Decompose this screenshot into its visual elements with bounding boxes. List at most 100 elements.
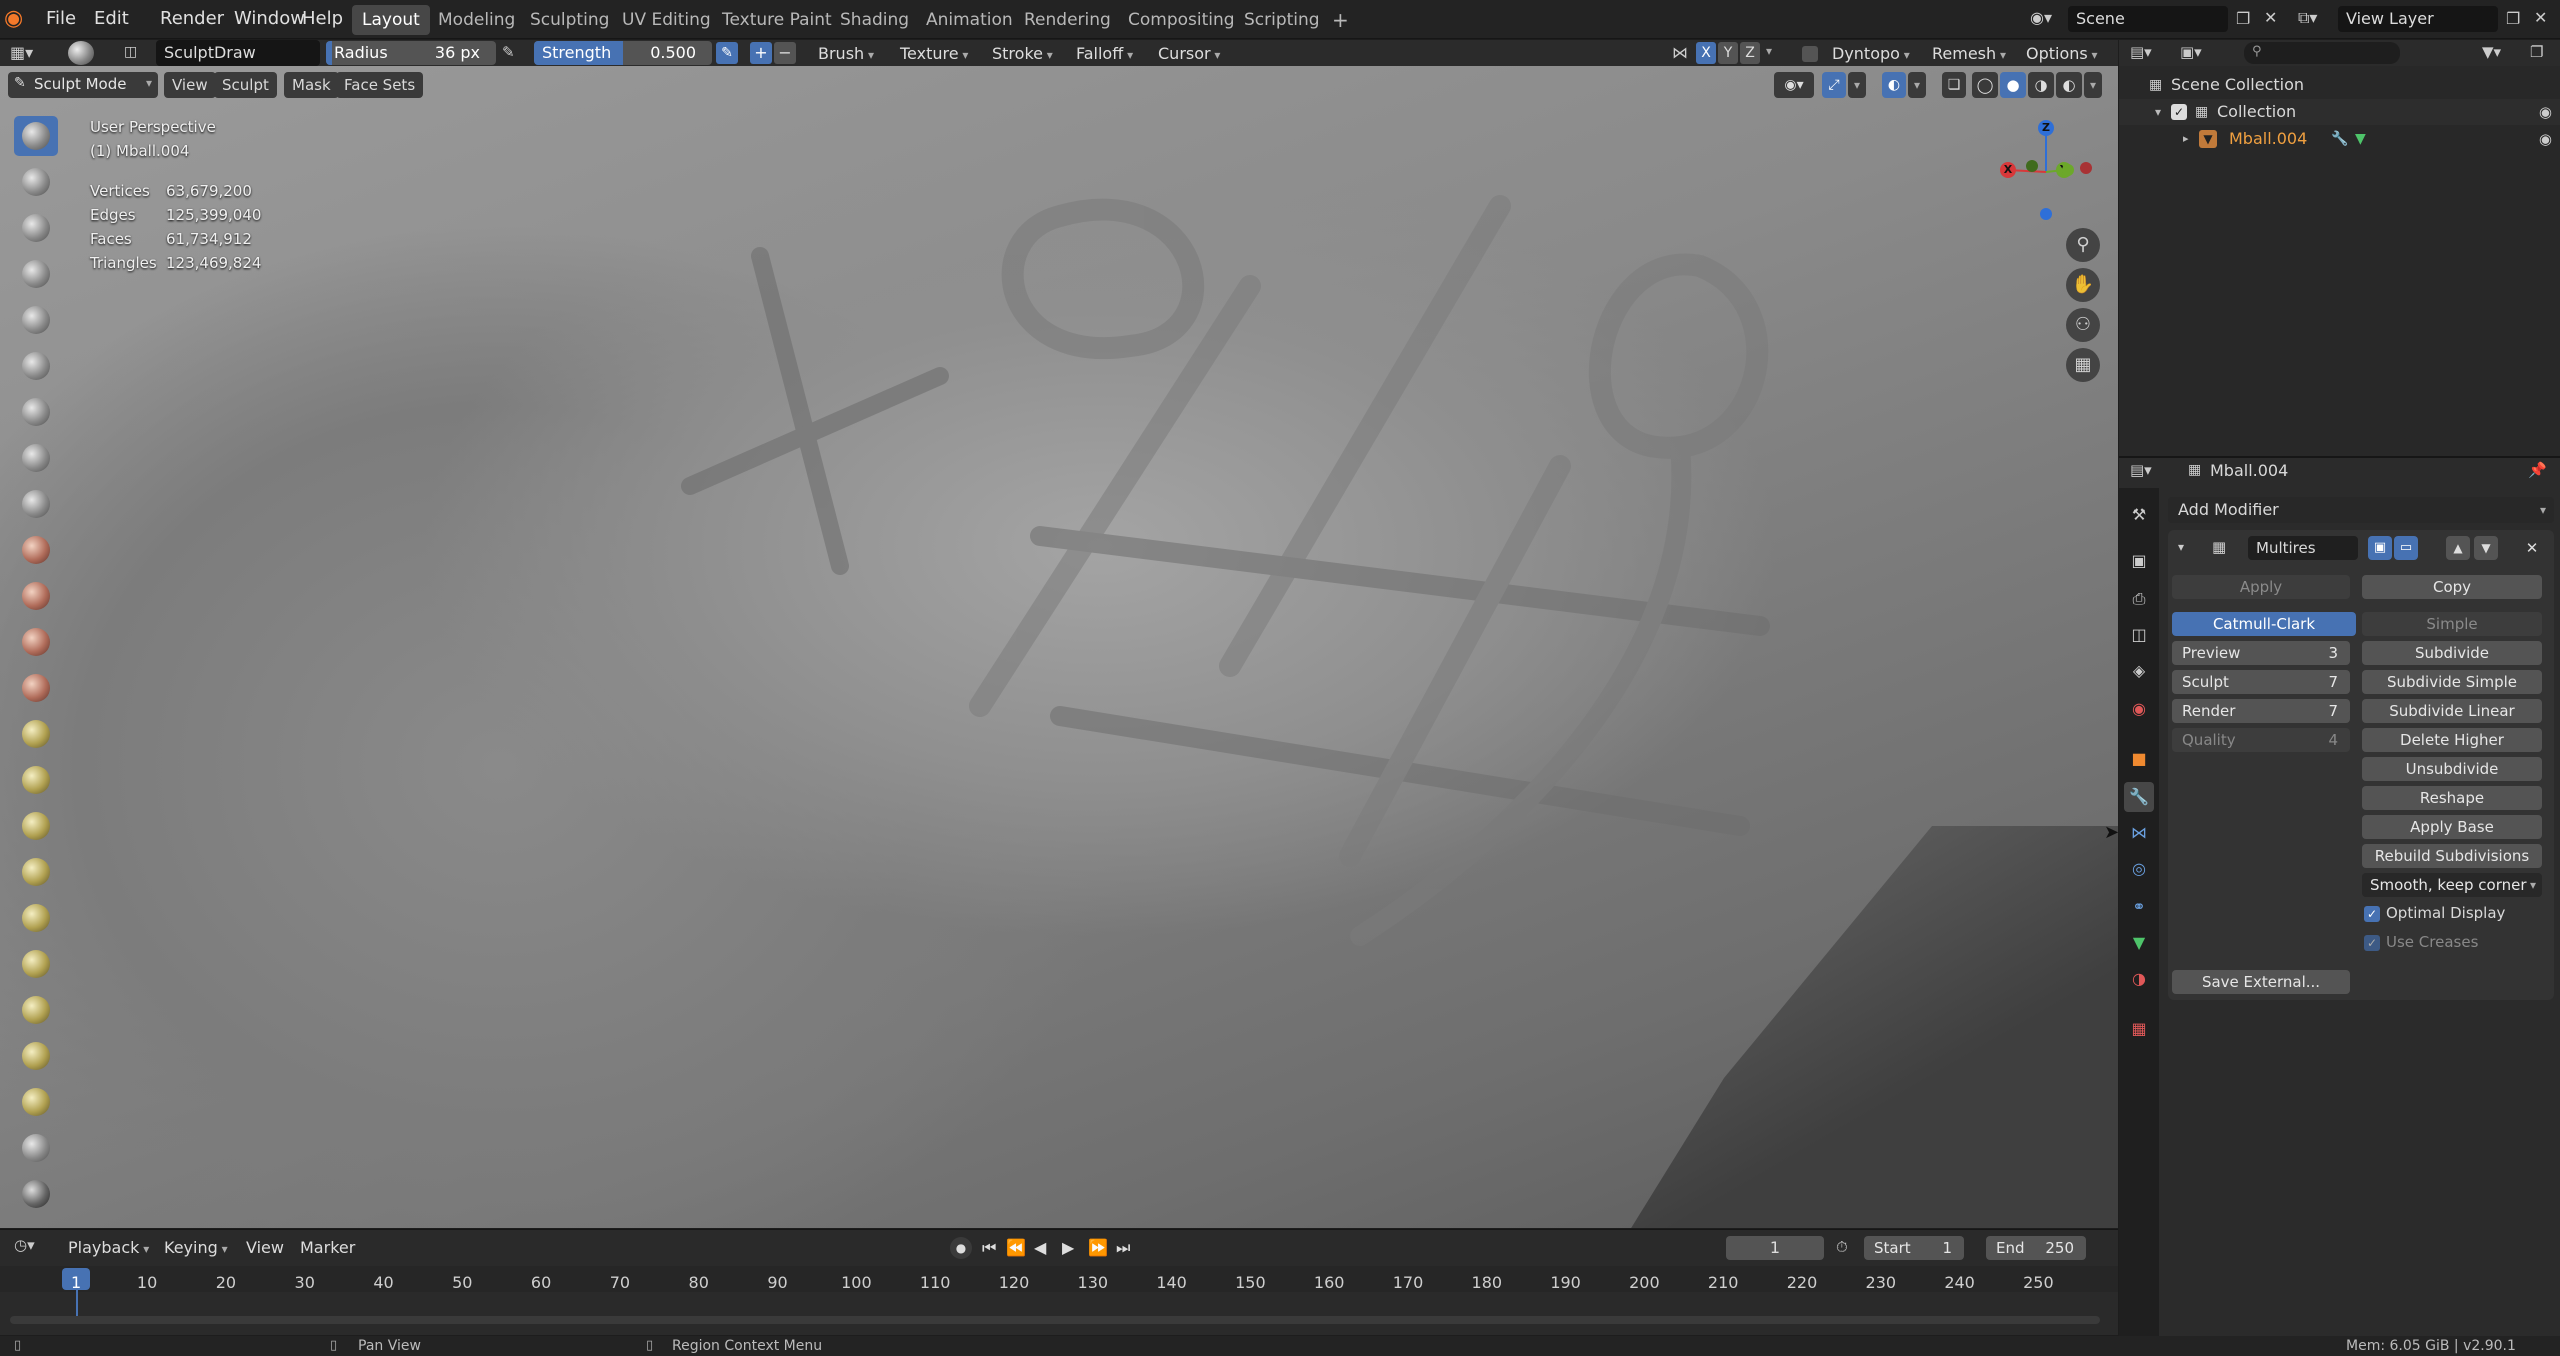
object-tab-icon[interactable]: ■ [2124, 744, 2154, 774]
symmetry-icon[interactable]: ⋈ [1672, 43, 1688, 62]
tab-sculpting[interactable]: Sculpting [520, 5, 619, 35]
tab-shading[interactable]: Shading [830, 5, 919, 35]
view-layer-icon[interactable]: ⧉▾ [2298, 8, 2317, 28]
play-reverse-icon[interactable]: ◀ [1034, 1238, 1046, 1257]
gizmo-neg-z[interactable] [2040, 208, 2052, 220]
auto-keying-icon[interactable]: ● [950, 1237, 972, 1259]
direction-subtract-icon[interactable]: − [774, 42, 796, 64]
prev-keyframe-icon[interactable]: ⏪ [1006, 1238, 1026, 1257]
apply-base-button[interactable]: Apply Base [2362, 815, 2542, 839]
move-down-icon[interactable]: ▼ [2474, 536, 2498, 560]
pan-hand-icon[interactable]: ✋ [2066, 268, 2100, 302]
tab-compositing[interactable]: Compositing [1118, 5, 1245, 35]
expand-object-icon[interactable]: ▸ [2183, 126, 2189, 152]
viewport-menu-sculpt[interactable]: Sculpt [214, 72, 277, 98]
gizmo-toggle-icon[interactable]: ⤢ [1822, 72, 1846, 98]
editor-type-icon[interactable]: ▦▾ [10, 43, 33, 62]
subdivide-simple-button[interactable]: Subdivide Simple [2362, 670, 2542, 694]
move-up-icon[interactable]: ▲ [2446, 536, 2470, 560]
tool-pinch[interactable] [14, 760, 58, 800]
apply-button[interactable]: Apply [2172, 575, 2350, 599]
tool-grab[interactable] [14, 806, 58, 846]
subdivide-button[interactable]: Subdivide [2362, 641, 2542, 665]
scene-tab-icon[interactable]: ◈ [2124, 656, 2154, 686]
tool-multiplane-scrape[interactable] [14, 714, 58, 754]
outliner-display-mode-icon[interactable]: ▣▾ [2180, 43, 2202, 61]
uv-smooth-dropdown[interactable]: Smooth, keep corner ▾ [2362, 873, 2542, 897]
reshape-button[interactable]: Reshape [2362, 786, 2542, 810]
texture-tab-icon[interactable]: ▦ [2124, 1014, 2154, 1044]
tool-pose[interactable] [14, 990, 58, 1030]
brush-preview-icon[interactable] [68, 41, 94, 65]
tool-clay[interactable] [14, 208, 58, 248]
copy-button[interactable]: Copy [2362, 575, 2542, 599]
outliner-row-scene-collection[interactable]: ▦ Scene Collection [2119, 72, 2560, 98]
visibility-toggle-icon[interactable]: ◉▾ [1774, 72, 1814, 98]
outliner-editor-type-icon[interactable]: ▤▾ [2130, 43, 2152, 61]
direction-add-icon[interactable]: + [750, 42, 772, 64]
camera-icon[interactable]: ⚇ [2066, 308, 2100, 342]
add-modifier-dropdown[interactable]: Add Modifier ▾ [2168, 497, 2554, 523]
tool-flatten[interactable] [14, 576, 58, 616]
menu-file[interactable]: File [40, 5, 82, 33]
tool-draw[interactable] [14, 116, 58, 156]
optimal-display-checkbox[interactable]: ✓ [2364, 906, 2380, 922]
marker-menu[interactable]: Marker [292, 1236, 363, 1260]
material-tab-icon[interactable]: ◑ [2124, 964, 2154, 994]
gizmo-neg-y[interactable] [2026, 160, 2038, 172]
tab-layout[interactable]: Layout [352, 5, 430, 35]
view-layer-field[interactable]: View Layer [2338, 6, 2498, 32]
texture-menu[interactable]: Texture [892, 42, 976, 66]
gizmo-z-axis[interactable]: Z [2038, 120, 2054, 136]
new-scene-icon[interactable]: ❐ [2236, 9, 2250, 28]
new-collection-icon[interactable]: ❐ [2530, 43, 2543, 61]
end-frame-field[interactable]: End 250 [1986, 1236, 2086, 1260]
tool-mask[interactable] [14, 1174, 58, 1214]
brush-menu[interactable]: Brush [810, 42, 882, 66]
brush-datablock-icon[interactable]: ◫ [124, 44, 137, 60]
outliner-search-field[interactable]: ⚲ [2244, 42, 2400, 64]
gizmo-dropdown-icon[interactable]: ▾ [1848, 72, 1866, 98]
tool-crease[interactable] [14, 484, 58, 524]
modifier-collapse-icon[interactable]: ▾ [2178, 540, 2184, 554]
next-keyframe-icon[interactable]: ⏩ [1088, 1238, 1108, 1257]
jump-start-icon[interactable]: ⏮ [982, 1238, 996, 1258]
save-external-button[interactable]: Save External... [2172, 970, 2350, 994]
tool-layer[interactable] [14, 346, 58, 386]
tool-thumb[interactable] [14, 944, 58, 984]
show-in-viewport-icon[interactable]: ▭ [2394, 536, 2418, 560]
timeline-editor-type-icon[interactable]: ◷▾ [14, 1236, 35, 1254]
tab-uv-editing[interactable]: UV Editing [612, 5, 721, 35]
physics-tab-icon[interactable]: ◎ [2124, 854, 2154, 884]
outliner-search-input[interactable] [2270, 44, 2394, 62]
outliner-row-collection[interactable]: ▾ ✓ ▦ Collection ◉ [2119, 99, 2560, 125]
options-menu[interactable]: Options [2018, 42, 2106, 66]
tool-slide-relax[interactable] [14, 1128, 58, 1168]
sculpt-levels-field[interactable]: Sculpt 7 [2172, 670, 2350, 694]
object-visibility-icon[interactable]: ◉ [2539, 126, 2552, 152]
material-shading-icon[interactable]: ◑ [2028, 72, 2054, 98]
add-workspace-icon[interactable]: + [1322, 5, 1359, 35]
menu-help[interactable]: Help [296, 5, 349, 33]
modifier-wrench-icon[interactable]: 🔧 [2331, 126, 2348, 152]
menu-edit[interactable]: Edit [88, 5, 135, 33]
collection-visibility-icon[interactable]: ◉ [2539, 99, 2552, 125]
tool-rotate[interactable] [14, 1082, 58, 1122]
gizmo-x-axis[interactable]: X [2000, 162, 2016, 178]
mesh-data-icon[interactable]: ▼ [2355, 126, 2366, 152]
timeline-view-menu[interactable]: View [238, 1236, 292, 1260]
tool-clay-strips[interactable] [14, 254, 58, 294]
delete-view-layer-icon[interactable]: ✕ [2534, 8, 2547, 27]
play-icon[interactable]: ▶ [1062, 1238, 1074, 1257]
delete-higher-button[interactable]: Delete Higher [2362, 728, 2542, 752]
output-tab-icon[interactable]: ⎙ [2124, 584, 2154, 614]
shading-dropdown-icon[interactable]: ▾ [2084, 72, 2102, 98]
wireframe-shading-icon[interactable]: ◯ [1972, 72, 1998, 98]
zoom-icon[interactable]: ⚲ [2066, 228, 2100, 262]
pin-icon[interactable]: 📌 [2528, 461, 2547, 479]
tool-tab-icon[interactable]: ⚒ [2124, 500, 2154, 530]
tool-elastic-deform[interactable] [14, 852, 58, 892]
data-tab-icon[interactable]: ▼ [2124, 928, 2154, 958]
tool-nudge[interactable] [14, 1036, 58, 1076]
playback-menu[interactable]: Playback [60, 1236, 157, 1260]
